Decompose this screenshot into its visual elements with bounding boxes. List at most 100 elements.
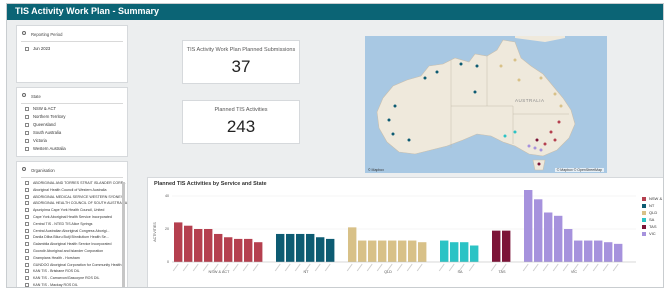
bar[interactable] <box>534 199 543 262</box>
filter-item-organisation[interactable]: ABORIGINAL HEALTH COUNCIL OF SOUTH AUSTR… <box>25 201 127 206</box>
checkbox[interactable] <box>25 215 29 220</box>
bar[interactable] <box>492 230 501 262</box>
bar[interactable] <box>306 233 315 262</box>
scrollbar[interactable] <box>122 182 125 287</box>
bar[interactable] <box>460 242 469 262</box>
search-icon[interactable] <box>22 31 26 35</box>
bar[interactable] <box>574 240 583 262</box>
bar[interactable] <box>614 243 623 262</box>
bar[interactable] <box>564 229 573 262</box>
filter-item-organisation[interactable]: Apunipima Cape York Health Council, Unit… <box>25 208 104 213</box>
bar[interactable] <box>204 229 213 262</box>
filter-item-state[interactable]: South Australia <box>25 130 61 135</box>
checkbox[interactable] <box>25 208 29 213</box>
map-marker[interactable] <box>549 130 553 134</box>
bar[interactable] <box>388 240 397 262</box>
service-map[interactable]: AUSTRALIA © Mapbox © Mapbox © OpenStreet… <box>365 36 607 173</box>
legend-item[interactable]: QLD <box>642 210 663 217</box>
filter-item-organisation[interactable]: ABORIGINAL MEDICAL SERVICE WESTERN SYDNE… <box>25 195 123 199</box>
checkbox[interactable] <box>25 249 29 254</box>
checkbox[interactable] <box>25 130 29 135</box>
bar[interactable] <box>554 215 563 262</box>
checkbox[interactable] <box>25 242 29 247</box>
bar[interactable] <box>584 240 593 262</box>
bar[interactable] <box>244 238 253 262</box>
filter-item-organisation[interactable]: Cape York Aboriginal Health Service Inco… <box>25 215 112 220</box>
filter-item-organisation[interactable]: KAN TIS - Carnarvon/Gascoyne ROS DIL <box>25 276 99 281</box>
bar[interactable] <box>286 233 295 262</box>
checkbox[interactable] <box>25 187 29 192</box>
filter-item-state[interactable]: Northern Territory <box>25 114 66 119</box>
map-marker[interactable] <box>459 62 463 66</box>
bar[interactable] <box>254 242 263 262</box>
checkbox[interactable] <box>25 194 29 199</box>
map-marker[interactable] <box>499 64 503 68</box>
map-marker[interactable] <box>387 118 391 122</box>
bar[interactable] <box>408 240 417 262</box>
legend-item[interactable]: NT <box>642 203 663 210</box>
bar[interactable] <box>234 238 243 262</box>
checkbox[interactable] <box>25 235 29 240</box>
filter-item-reporting-period[interactable]: Jun 2023 <box>25 46 50 51</box>
checkbox[interactable] <box>25 269 29 274</box>
map-marker[interactable] <box>553 92 557 96</box>
legend-item[interactable]: TAS <box>642 224 663 231</box>
bar[interactable] <box>594 240 603 262</box>
filter-item-organisation[interactable]: Central Australian Aboriginal Congress A… <box>25 229 110 233</box>
map-marker[interactable] <box>559 104 563 108</box>
bar[interactable] <box>418 242 427 262</box>
map-marker[interactable] <box>543 142 547 146</box>
map-marker[interactable] <box>553 138 557 142</box>
filter-item-state[interactable]: Western Australia <box>25 146 66 151</box>
bar[interactable] <box>276 233 285 262</box>
bar[interactable] <box>358 240 367 262</box>
map-marker[interactable] <box>535 138 539 142</box>
search-icon[interactable] <box>22 93 26 97</box>
bar[interactable] <box>194 229 203 262</box>
filter-item-organisation[interactable]: GUNDOO Aboriginal Corporation for Commun… <box>25 263 121 267</box>
map-marker[interactable] <box>517 78 521 82</box>
filter-item-organisation[interactable]: Galambila Aboriginal Health Service Inco… <box>25 242 112 247</box>
map-marker[interactable] <box>527 144 531 148</box>
filter-item-state[interactable]: Victoria <box>25 138 47 143</box>
bar[interactable] <box>296 233 305 262</box>
filter-item-organisation[interactable]: KAN TIS - Mackay ROS DIL <box>25 283 78 287</box>
bar[interactable] <box>440 240 449 262</box>
filter-item-organisation[interactable]: Central TIS - NTED TIS Alice Springs <box>25 222 92 226</box>
legend-item[interactable]: NSW & ACT <box>642 196 663 203</box>
bar[interactable] <box>544 212 553 263</box>
filter-item-organisation[interactable]: Goondir Aboriginal and Islander Corporat… <box>25 249 103 254</box>
checkbox[interactable] <box>25 181 29 186</box>
checkbox[interactable] <box>25 146 29 151</box>
checkbox[interactable] <box>25 122 29 127</box>
map-marker[interactable] <box>407 138 411 142</box>
checkbox[interactable] <box>25 114 29 119</box>
bar[interactable] <box>326 238 335 262</box>
map-marker[interactable] <box>393 104 397 108</box>
bar[interactable] <box>214 233 223 262</box>
map-marker[interactable] <box>557 120 561 124</box>
bar[interactable] <box>604 242 613 262</box>
legend-item[interactable]: VIC <box>642 231 663 238</box>
bar[interactable] <box>398 240 407 262</box>
map-marker[interactable] <box>391 132 395 136</box>
map-marker[interactable] <box>423 76 427 80</box>
checkbox[interactable] <box>25 283 29 287</box>
bar[interactable] <box>174 222 183 262</box>
bar[interactable] <box>184 225 193 262</box>
map-marker[interactable] <box>537 162 541 166</box>
filter-item-organisation[interactable]: ABORIGINAL AND TORRES STRAIT ISLANDER CO… <box>25 181 126 186</box>
bar[interactable] <box>378 240 387 262</box>
checkbox[interactable] <box>25 201 29 206</box>
bar[interactable] <box>348 227 357 262</box>
bar[interactable] <box>470 245 479 263</box>
filter-item-organisation[interactable]: KAN TIS - Brisbane ROS DIL <box>25 269 80 274</box>
map-marker[interactable] <box>539 76 543 80</box>
checkbox[interactable] <box>25 138 29 143</box>
map-marker[interactable] <box>533 146 537 150</box>
checkbox[interactable] <box>25 255 29 260</box>
map-marker[interactable] <box>473 90 477 94</box>
checkbox[interactable] <box>25 262 29 267</box>
map-marker[interactable] <box>513 58 517 62</box>
map-marker[interactable] <box>503 134 507 138</box>
